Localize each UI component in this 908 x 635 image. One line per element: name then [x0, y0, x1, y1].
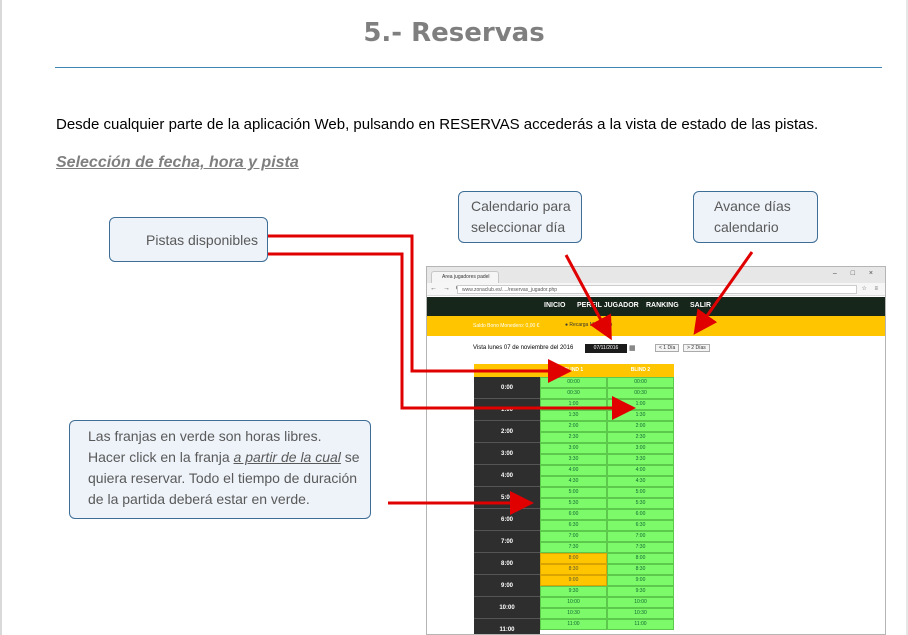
arrow-pistas-court2 [268, 252, 636, 420]
arrow-pistas-court1 [268, 234, 572, 383]
annotation-arrows [268, 234, 754, 515]
arrow-avance [693, 251, 754, 335]
arrow-calendario [564, 254, 612, 341]
